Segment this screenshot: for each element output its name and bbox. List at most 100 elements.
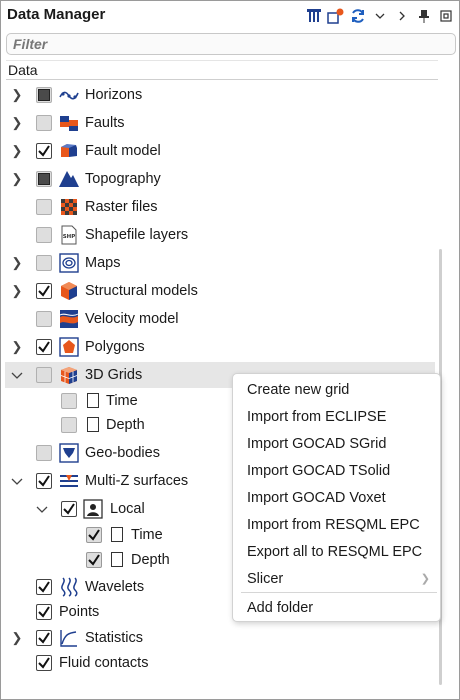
- tree-item-raster-files[interactable]: Raster files: [5, 194, 435, 220]
- visibility-checkbox[interactable]: [61, 417, 77, 433]
- tree-item-label: Structural models: [85, 283, 198, 299]
- panel-title: Data Manager: [7, 6, 106, 23]
- visibility-checkbox[interactable]: [36, 199, 52, 215]
- collapse-chevron-icon[interactable]: [36, 503, 48, 515]
- refresh-icon[interactable]: [349, 6, 367, 26]
- chevron-right-icon[interactable]: [393, 6, 411, 26]
- horizons-icon: [59, 85, 79, 105]
- visibility-checkbox[interactable]: [36, 445, 52, 461]
- tree-item-fault-model[interactable]: ❯ Fault model: [5, 138, 435, 164]
- filter-tree-icon[interactable]: [305, 6, 323, 26]
- visibility-checkbox[interactable]: [36, 115, 52, 131]
- visibility-checkbox[interactable]: [36, 87, 52, 103]
- tree-item-label: Fluid contacts: [59, 655, 149, 671]
- menu-item-import-resqml[interactable]: Import from RESQML EPC: [247, 517, 420, 533]
- filter-input[interactable]: [7, 34, 455, 54]
- expand-chevron-icon[interactable]: ❯: [11, 115, 23, 130]
- visibility-checkbox[interactable]: [36, 473, 52, 489]
- visibility-checkbox[interactable]: [36, 283, 52, 299]
- expand-chevron-icon[interactable]: ❯: [11, 283, 23, 298]
- polygons-icon: [59, 337, 79, 357]
- tree-item-label: Velocity model: [85, 311, 179, 327]
- tree-item-maps[interactable]: ❯ Maps: [5, 250, 435, 276]
- tree-item-label: Statistics: [85, 630, 144, 646]
- tree-item-polygons[interactable]: ❯ Polygons: [5, 334, 435, 360]
- visibility-checkbox[interactable]: [36, 171, 52, 187]
- shp-badge-text: SHP: [63, 234, 76, 240]
- folder-doc-icon: [87, 417, 99, 432]
- visibility-checkbox[interactable]: [86, 552, 102, 568]
- data-manager-panel: Data Manager Filter Data ❯ Horizons ❯ Fa…: [0, 0, 460, 700]
- folder-doc-icon: [111, 552, 123, 567]
- expand-chevron-icon[interactable]: ❯: [11, 339, 23, 354]
- folder-doc-icon: [111, 527, 123, 542]
- expand-chevron-icon[interactable]: ❯: [11, 143, 23, 158]
- tree-item-velocity-model[interactable]: Velocity model: [5, 306, 435, 332]
- tree-item-horizons[interactable]: ❯ Horizons: [5, 82, 435, 108]
- structural-model-icon: [59, 281, 79, 301]
- menu-item-export-resqml[interactable]: Export all to RESQML EPC: [247, 544, 422, 560]
- folder-doc-icon: [87, 393, 99, 408]
- tree-item-faults[interactable]: ❯ Faults: [5, 110, 435, 136]
- tree-item-statistics[interactable]: ❯ Statistics: [5, 625, 435, 651]
- visibility-checkbox[interactable]: [61, 393, 77, 409]
- visibility-checkbox[interactable]: [36, 655, 52, 671]
- statistics-icon: [59, 628, 79, 648]
- expand-chevron-icon[interactable]: ❯: [11, 171, 23, 186]
- menu-item-add-folder[interactable]: Add folder: [247, 600, 313, 616]
- expand-chevron-icon[interactable]: ❯: [11, 255, 23, 270]
- velocity-model-icon: [59, 309, 79, 329]
- visibility-checkbox[interactable]: [36, 630, 52, 646]
- raster-icon: [59, 197, 79, 217]
- pin-icon[interactable]: [415, 6, 433, 26]
- settings-badge-icon[interactable]: [327, 6, 345, 26]
- tree-item-shapefile-layers[interactable]: SHP Shapefile layers: [5, 222, 435, 248]
- visibility-checkbox[interactable]: [36, 255, 52, 271]
- expand-chevron-icon[interactable]: ❯: [11, 87, 23, 102]
- wavelets-icon: [59, 577, 79, 597]
- tree-item-fluid-contacts[interactable]: Fluid contacts: [5, 650, 435, 676]
- maps-icon: [59, 253, 79, 273]
- tree-item-topography[interactable]: ❯ Topography: [5, 166, 435, 192]
- menu-item-import-gocad-voxet[interactable]: Import GOCAD Voxet: [247, 490, 386, 506]
- tree-item-label: Shapefile layers: [85, 227, 189, 243]
- visibility-checkbox[interactable]: [36, 227, 52, 243]
- menu-item-create-new-grid[interactable]: Create new grid: [247, 382, 349, 398]
- submenu-arrow-icon: ❯: [420, 573, 430, 585]
- menu-item-slicer[interactable]: Slicer: [247, 571, 283, 587]
- tree-item-label: Raster files: [85, 199, 158, 215]
- visibility-checkbox[interactable]: [36, 311, 52, 327]
- shapefile-icon: SHP: [59, 225, 79, 245]
- tree-item-label: Geo-bodies: [85, 445, 160, 461]
- chevron-down-icon[interactable]: [371, 6, 389, 26]
- expand-chevron-icon[interactable]: ❯: [11, 630, 23, 645]
- visibility-checkbox[interactable]: [36, 339, 52, 355]
- tree-item-label: Multi-Z surfaces: [85, 473, 189, 489]
- visibility-checkbox[interactable]: [61, 501, 77, 517]
- menu-item-import-gocad-sgrid[interactable]: Import GOCAD SGrid: [247, 436, 386, 452]
- tree-item-label: Depth: [106, 417, 145, 433]
- collapse-chevron-icon[interactable]: [11, 475, 23, 487]
- geo-bodies-icon: [59, 443, 79, 463]
- tree-item-label: Points: [59, 604, 100, 620]
- maximize-icon[interactable]: [437, 6, 455, 26]
- fault-model-icon: [59, 141, 79, 161]
- visibility-checkbox[interactable]: [36, 579, 52, 595]
- toolbar: [305, 5, 455, 27]
- context-menu: Create new grid Import from ECLIPSE Impo…: [232, 373, 441, 622]
- menu-item-import-eclipse[interactable]: Import from ECLIPSE: [247, 409, 386, 425]
- visibility-checkbox[interactable]: [86, 527, 102, 543]
- menu-item-import-gocad-tsolid[interactable]: Import GOCAD TSolid: [247, 463, 390, 479]
- tree-item-label: Topography: [85, 171, 161, 187]
- tree-item-label: Fault model: [85, 143, 161, 159]
- visibility-checkbox[interactable]: [36, 367, 52, 383]
- visibility-checkbox[interactable]: [36, 143, 52, 159]
- collapse-chevron-icon[interactable]: [11, 369, 23, 381]
- tree-item-structural-models[interactable]: ❯ Structural models: [5, 278, 435, 304]
- tree-item-label: Faults: [85, 115, 125, 131]
- user-folder-icon: [83, 499, 103, 519]
- filter-field[interactable]: [6, 33, 456, 55]
- visibility-checkbox[interactable]: [36, 604, 52, 620]
- faults-icon: [59, 113, 79, 133]
- column-header-data[interactable]: Data: [6, 60, 438, 80]
